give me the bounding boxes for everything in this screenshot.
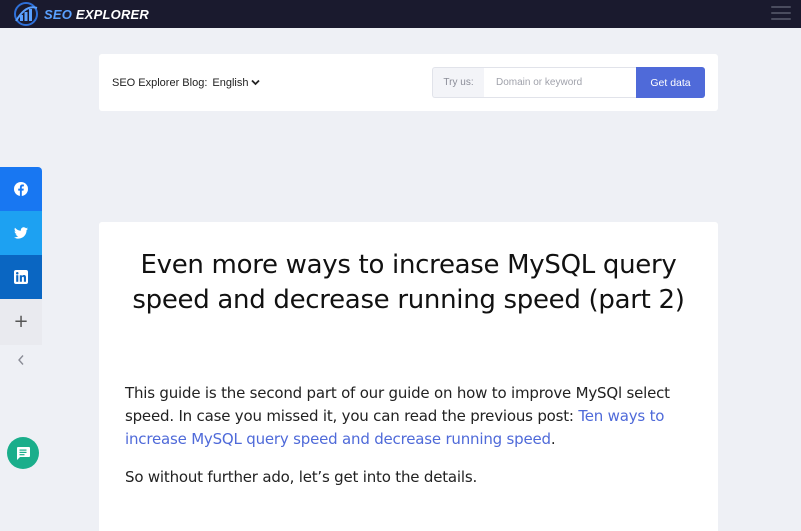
logo-text: SEO EXPLORER: [44, 6, 149, 22]
blog-search-card: SEO Explorer Blog: English Try us: Get d…: [99, 54, 718, 111]
language-value: English: [212, 76, 249, 89]
share-twitter-button[interactable]: [0, 211, 42, 255]
article-card: Even more ways to increase MySQL query s…: [99, 222, 718, 531]
chat-icon: [17, 447, 30, 460]
intro-end: .: [550, 430, 556, 448]
language-select[interactable]: English: [212, 76, 261, 89]
linkedin-icon: [14, 270, 28, 284]
article-paragraph-2: So without further ado, let’s get into t…: [125, 468, 478, 486]
chevron-down-icon: [251, 79, 261, 86]
try-us-label: Try us:: [432, 67, 484, 98]
plus-icon: +: [13, 311, 29, 332]
social-share-bar: +: [0, 167, 42, 375]
share-linkedin-button[interactable]: [0, 255, 42, 299]
share-more-button[interactable]: +: [0, 299, 42, 345]
site-logo[interactable]: SEO EXPLORER: [10, 0, 149, 28]
facebook-icon: [14, 182, 28, 196]
domain-keyword-input[interactable]: [484, 67, 636, 98]
seo-explorer-logo-icon: [14, 2, 38, 26]
chat-widget-button[interactable]: [7, 437, 39, 469]
share-collapse-button[interactable]: [0, 345, 42, 375]
twitter-icon: [14, 227, 28, 239]
article-title: Even more ways to increase MySQL query s…: [132, 250, 685, 315]
hamburger-icon[interactable]: [771, 6, 791, 20]
article-body: This guide is the second part of our gui…: [125, 382, 695, 489]
article-intro-paragraph: This guide is the second part of our gui…: [125, 382, 695, 451]
blog-label: SEO Explorer Blog:: [112, 76, 208, 89]
chevron-left-icon: [18, 355, 24, 365]
get-data-button[interactable]: Get data: [636, 67, 705, 98]
share-facebook-button[interactable]: [0, 167, 42, 211]
try-us-group: Try us: Get data: [432, 67, 705, 98]
top-navbar: SEO EXPLORER: [0, 0, 801, 28]
